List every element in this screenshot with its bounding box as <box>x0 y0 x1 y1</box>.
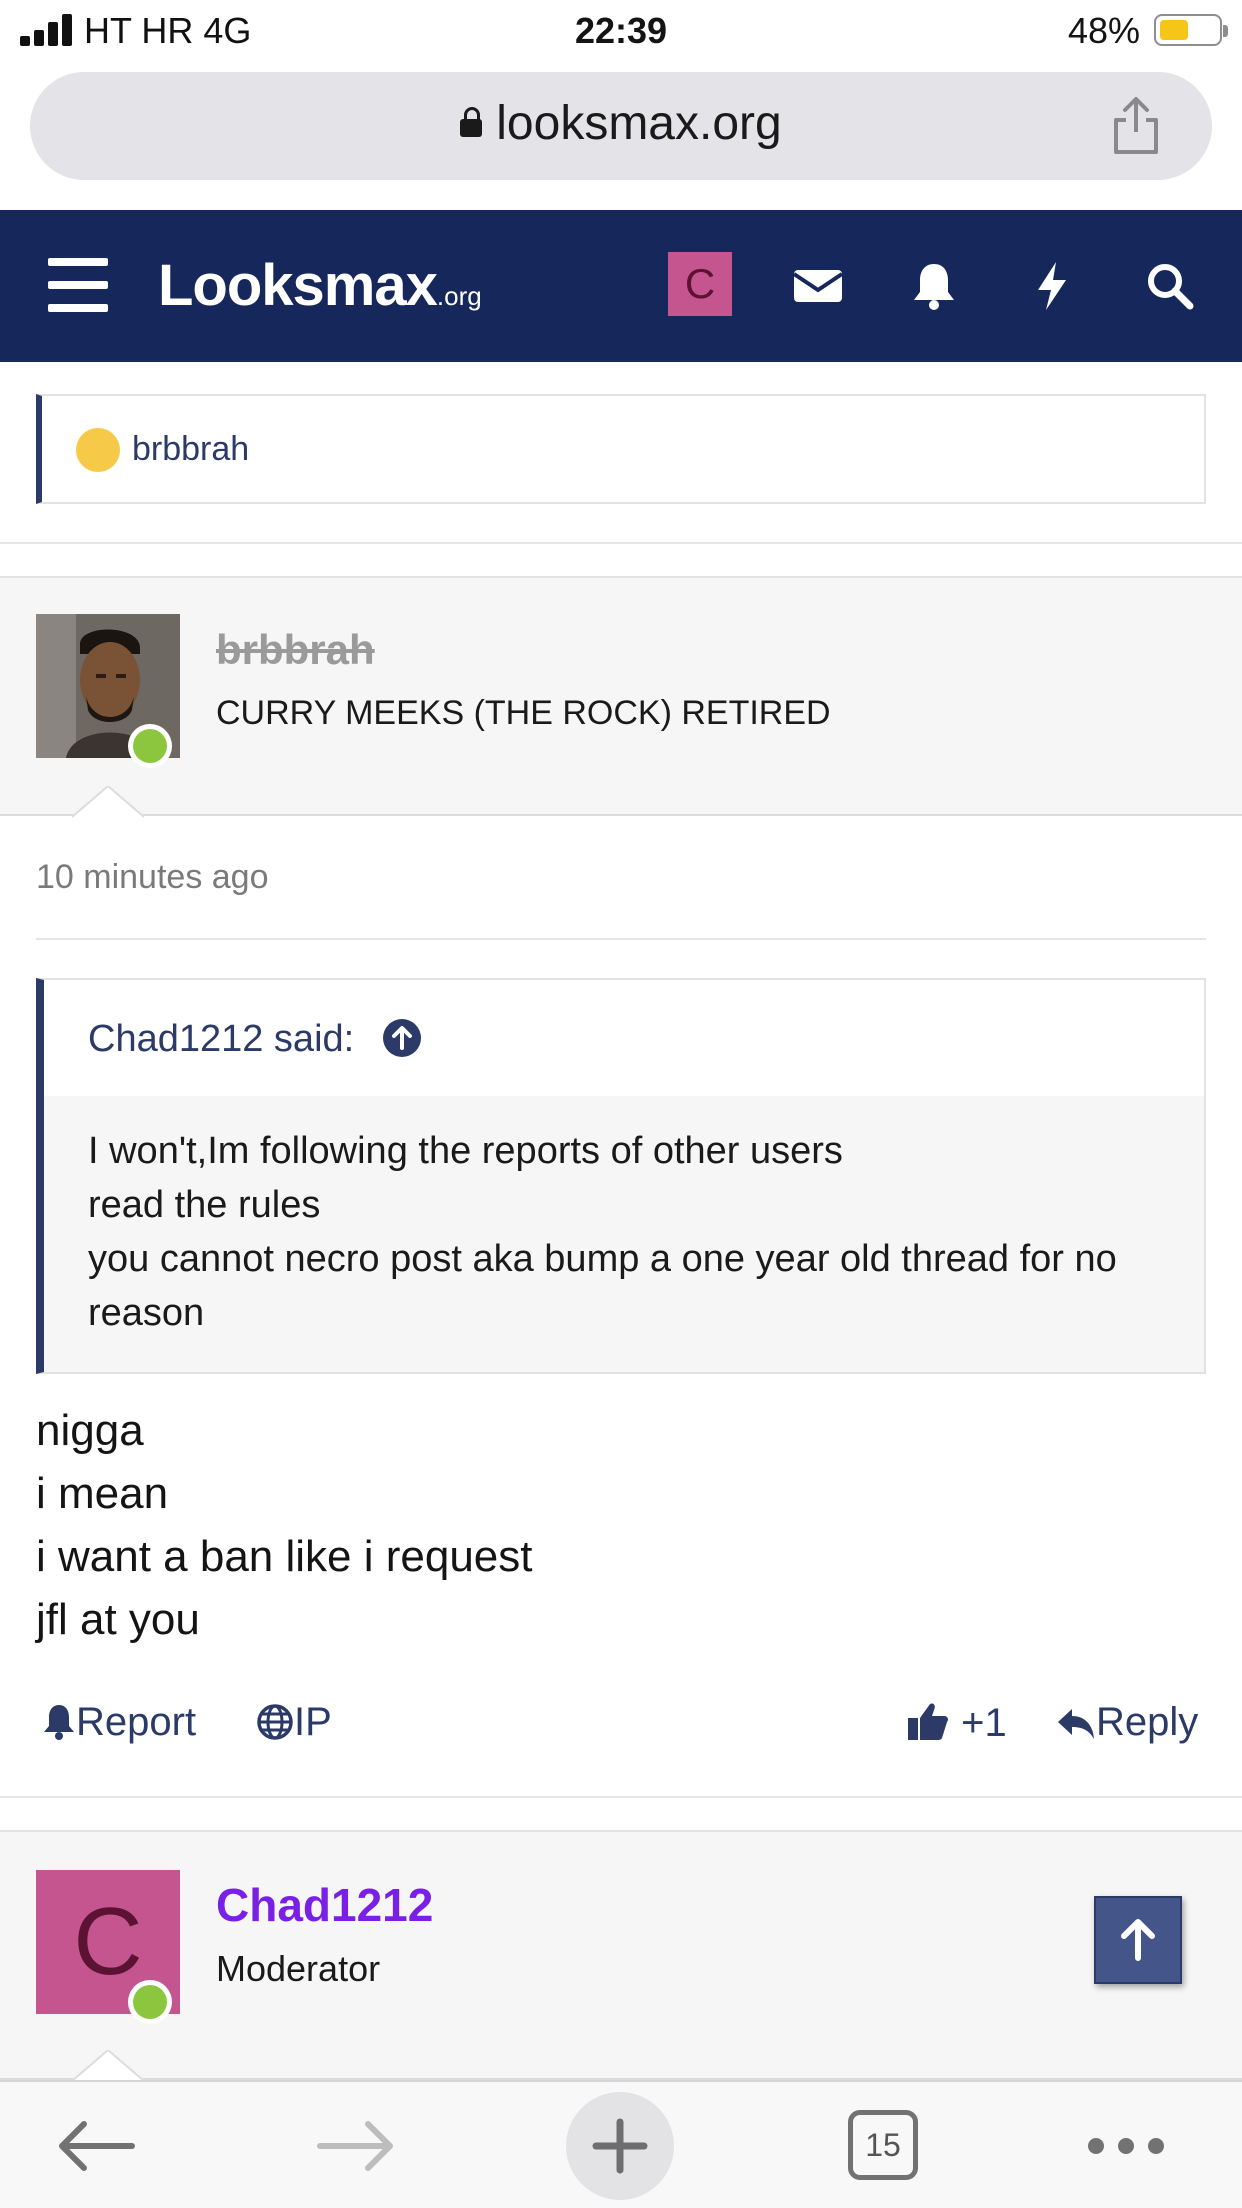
quote-line: you cannot necro post aka bump a one yea… <box>88 1238 1117 1280</box>
message-line: i mean <box>36 1469 169 1518</box>
mail-icon[interactable] <box>790 258 846 314</box>
lock-icon <box>460 107 483 137</box>
tabs-button[interactable]: 15 <box>848 2110 918 2180</box>
post-user-title: CURRY MEEKS (THE ROCK) RETIRED <box>216 694 831 732</box>
post-user-header: brbbrah CURRY MEEKS (THE ROCK) RETIRED <box>0 576 1242 816</box>
user-caret <box>72 786 144 818</box>
ip-button[interactable]: IP <box>256 1700 332 1745</box>
online-status-icon <box>128 724 172 768</box>
search-icon[interactable] <box>1142 258 1198 314</box>
message-line: nigga <box>36 1406 144 1455</box>
quote-block: Chad1212 said: I won't,Im following the … <box>36 978 1206 1374</box>
battery-icon <box>1154 14 1228 46</box>
browser-toolbar: 15 <box>0 2080 1242 2208</box>
url-text: looksmax.org <box>496 97 782 150</box>
report-button[interactable]: Report <box>42 1700 196 1745</box>
like-button[interactable]: +1 <box>906 1700 1007 1746</box>
next-post-header: C Chad1212 Moderator <box>0 1830 1242 2080</box>
quote-line: read the rules <box>88 1184 321 1226</box>
bell-icon <box>44 1705 74 1740</box>
plus-icon <box>592 2118 648 2174</box>
moderator-username[interactable]: Chad1212 <box>216 1878 433 1932</box>
status-bar: HT HR 4G 22:39 48% <box>0 0 1242 62</box>
site-header: Looksmax.org C <box>0 210 1242 362</box>
battery-percent: 48% <box>1067 10 1140 51</box>
reaction-snippet[interactable]: brbbrah <box>36 394 1206 504</box>
menu-icon[interactable] <box>48 258 108 312</box>
more-options-icon[interactable] <box>1078 2106 1174 2186</box>
share-icon[interactable] <box>1106 94 1166 158</box>
divider <box>0 542 1242 544</box>
globe-icon <box>257 1704 293 1740</box>
bell-icon[interactable] <box>906 258 962 314</box>
site-logo[interactable]: Looksmax.org <box>158 252 482 319</box>
new-tab-button[interactable] <box>566 2092 674 2200</box>
post-username[interactable]: brbbrah <box>216 626 375 674</box>
quote-line: reason <box>88 1292 205 1334</box>
message-line: i want a ban like i request <box>36 1532 533 1581</box>
reply-button[interactable]: Reply <box>1056 1700 1198 1745</box>
clock: 22:39 <box>574 10 668 51</box>
quote-attribution[interactable]: Chad1212 said: <box>88 1018 354 1061</box>
divider <box>36 938 1206 940</box>
forward-arrow-icon[interactable] <box>308 2106 404 2186</box>
address-bar[interactable]: looksmax.org <box>30 72 1212 180</box>
post-timestamp[interactable]: 10 minutes ago <box>36 858 269 897</box>
lightning-icon[interactable] <box>1024 258 1080 314</box>
online-status-icon <box>128 1980 172 2024</box>
jump-to-quote-icon[interactable] <box>382 1018 422 1058</box>
scroll-to-top-button[interactable] <box>1094 1896 1182 1984</box>
reply-icon <box>1058 1709 1094 1739</box>
user-caret <box>72 2050 144 2082</box>
moderator-title: Moderator <box>216 1948 381 1989</box>
back-arrow-icon[interactable] <box>48 2106 144 2186</box>
arrow-up-icon <box>1121 1919 1155 1961</box>
message-line: jfl at you <box>36 1595 200 1644</box>
account-avatar[interactable]: C <box>668 252 732 316</box>
laughing-emoji-icon <box>76 428 120 472</box>
snippet-author: brbbrah <box>132 430 250 468</box>
thumbs-up-icon <box>908 1703 948 1740</box>
divider <box>0 1796 1242 1798</box>
quote-line: I won't,Im following the reports of othe… <box>88 1130 843 1172</box>
